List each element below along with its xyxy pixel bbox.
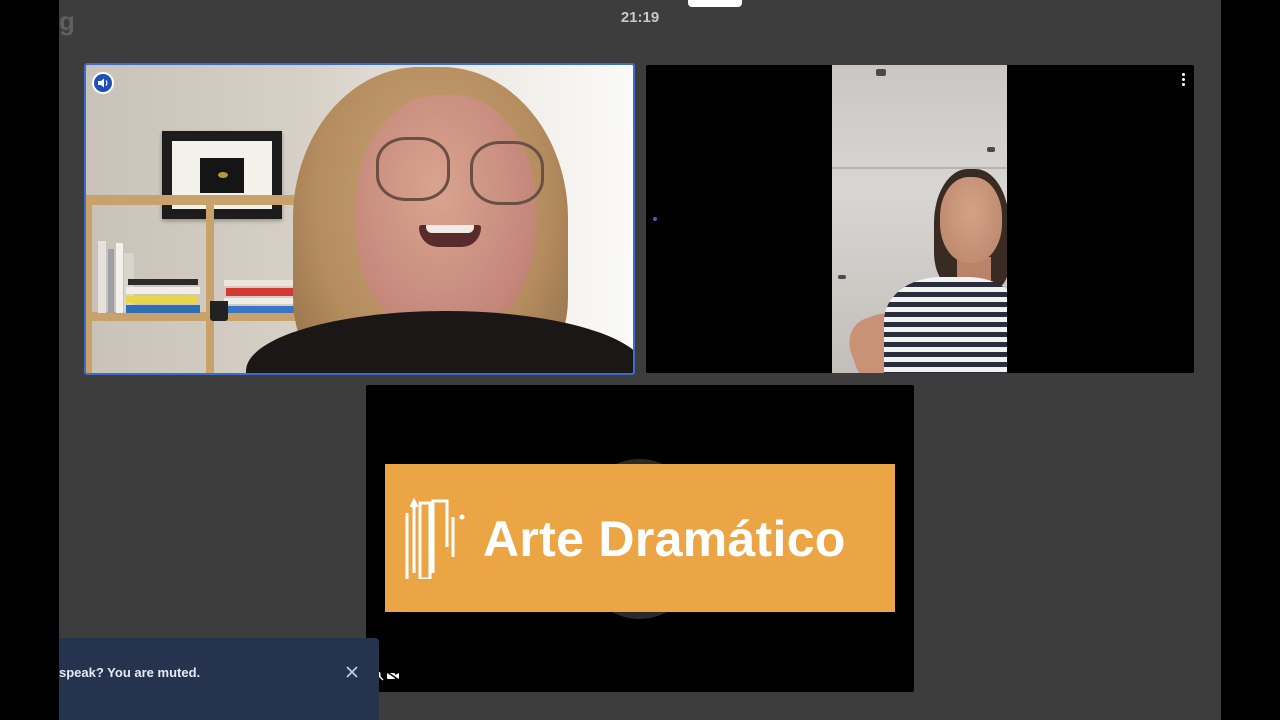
home-indicator[interactable] [688, 0, 742, 7]
participant-tile-3[interactable]: Arte Dramático [366, 385, 914, 692]
video-feed [832, 65, 1007, 373]
close-icon[interactable] [343, 663, 361, 681]
brand-banner: Arte Dramático [385, 464, 895, 612]
participant-tile-1[interactable] [84, 63, 635, 375]
camera-off-icon [386, 671, 400, 681]
theatre-logo-icon [405, 497, 465, 579]
status-time: 21:19 [620, 9, 660, 26]
more-options-icon[interactable] [1176, 70, 1190, 88]
video-feed [86, 65, 633, 373]
muted-notification: speak? You are muted. [59, 638, 379, 720]
brand-text: Arte Dramático [483, 511, 846, 567]
speaking-indicator-icon [92, 72, 114, 94]
pen-cup [210, 301, 228, 321]
muted-notification-text: speak? You are muted. [59, 665, 201, 680]
status-dot-icon [653, 217, 657, 221]
meeting-window: g 21:19 Arte Dramático speak? You are mu… [59, 0, 1221, 720]
participant-tile-2[interactable] [646, 65, 1194, 373]
